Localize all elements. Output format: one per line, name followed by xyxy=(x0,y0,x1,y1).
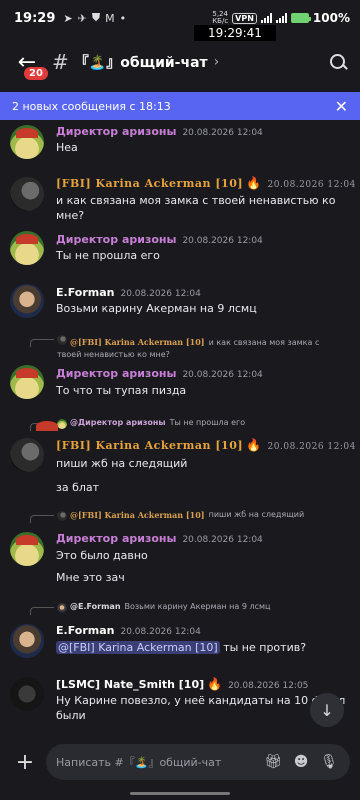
avatar[interactable] xyxy=(10,177,44,211)
channel-header: ← 20 # 『🏝️』общий-чат › xyxy=(0,36,360,88)
avatar[interactable] xyxy=(10,284,44,318)
status-time: 19:29 xyxy=(14,10,56,26)
message-text: Мне это зач xyxy=(56,571,125,584)
avatar[interactable] xyxy=(10,231,44,265)
message-text: Неа xyxy=(56,141,78,154)
author-name[interactable]: Директор аризоны xyxy=(56,125,176,138)
arrow-down-icon: ↓ xyxy=(320,700,334,720)
message-list[interactable]: Директор аризоны 20.08.2026 12:04 Неа [FB… xyxy=(0,120,360,725)
search-icon[interactable] xyxy=(328,52,348,72)
timestamp: 20.08.2026 12:04 xyxy=(120,627,201,637)
reply-preview[interactable]: @E.Forman Возьми карину Акерман на 9 лсмц xyxy=(30,602,270,615)
author-name[interactable]: [FBI] Karina Ackerman [10] xyxy=(56,439,243,452)
fire-icon: 🔥 xyxy=(246,438,262,452)
fire-icon: 🔥 xyxy=(246,176,262,190)
reply-author: @Директор аризоны xyxy=(70,418,166,427)
author-name[interactable]: Директор аризоны xyxy=(56,532,176,545)
reply-avatar xyxy=(57,335,67,345)
avatar[interactable] xyxy=(10,438,44,472)
chevron-right-icon[interactable]: › xyxy=(214,54,220,70)
fire-icon: 🔥 xyxy=(207,677,223,691)
back-button[interactable]: ← 20 xyxy=(12,47,48,80)
signal-2-icon xyxy=(275,13,287,23)
reply-text: Возьми карину Акерман на 9 лсмц xyxy=(124,602,271,611)
close-icon[interactable]: ✕ xyxy=(335,97,348,116)
reply-text: Ты не прошла его xyxy=(169,418,246,427)
user-mention[interactable]: @[FBI] Karina Ackerman [10] xyxy=(56,641,220,654)
battery-percent: 100% xyxy=(312,11,350,25)
hash-icon: # xyxy=(52,50,69,74)
reply-avatar xyxy=(57,419,67,429)
jump-to-bottom-button[interactable]: ↓ xyxy=(310,693,344,727)
message-input-placeholder: Написать #『🏝️』общий-чат xyxy=(56,756,222,769)
net-speed: 5,24 КБ/с xyxy=(212,10,229,25)
message-text: за блат xyxy=(56,481,100,494)
message-text: @[FBI] Karina Ackerman [10] ты не против… xyxy=(56,640,306,655)
plus-icon: + xyxy=(15,749,35,775)
message-text: Возьми карину Акерман на 9 лсмц xyxy=(56,302,257,315)
emoji-icon[interactable]: ☻ xyxy=(290,751,312,773)
overlay-clock: 19:29:41 xyxy=(194,25,276,41)
timestamp: 20.08.2026 12:04 xyxy=(182,128,263,138)
message-text-rest: ты не против? xyxy=(219,641,307,654)
new-messages-text: 2 новых сообщения с 18:13 xyxy=(12,99,171,113)
message-text: Ты не прошла его xyxy=(56,249,160,262)
reply-avatar xyxy=(57,511,67,521)
avatar[interactable] xyxy=(10,624,44,658)
author-name[interactable]: Директор аризоны xyxy=(56,367,176,380)
reply-text: пиши жб на следящий xyxy=(208,510,305,519)
battery-icon xyxy=(290,13,311,23)
location-icon: ➤ xyxy=(63,11,73,25)
reply-preview[interactable]: @[FBI] Karina Ackerman [10] и как связана… xyxy=(30,334,332,361)
message-text: То что ты тупая пизда xyxy=(56,384,187,397)
timestamp: 20.08.2026 12:04 xyxy=(182,535,263,545)
timestamp: 20.08.2026 12:04 xyxy=(267,442,356,452)
reply-author: @E.Forman xyxy=(70,602,121,611)
message-text: и как связана моя замка с твоей ненавист… xyxy=(56,194,336,222)
author-name[interactable]: E.Forman xyxy=(56,286,114,299)
microphone-icon[interactable]: 🎙︎ xyxy=(318,751,340,773)
avatar[interactable] xyxy=(10,532,44,566)
gift-icon[interactable]: 🎁︎ xyxy=(262,751,284,773)
timestamp: 20.08.2026 12:04 xyxy=(120,289,201,299)
reply-preview[interactable]: @[FBI] Karina Ackerman [10] пиши жб на сл… xyxy=(30,510,304,523)
gmail-icon: M xyxy=(105,11,115,25)
message-text: Ну Карине повезло, у неё кандидаты на 10… xyxy=(56,694,346,707)
status-notification-icons: ➤ ✈ ⛊ M • xyxy=(63,11,126,25)
reply-author: @[FBI] Karina Ackerman [10] xyxy=(70,337,205,347)
avatar[interactable] xyxy=(10,365,44,399)
avatar[interactable] xyxy=(10,677,44,711)
author-name[interactable]: [LSMC] Nate_Smith [10] xyxy=(56,678,204,691)
author-name[interactable]: [FBI] Karina Ackerman [10] xyxy=(56,177,243,190)
author-name[interactable]: E.Forman xyxy=(56,624,114,637)
status-right: 5,24 КБ/с VPN 100% xyxy=(212,10,350,26)
channel-name[interactable]: 『🏝️』общий-чат xyxy=(75,52,208,72)
timestamp: 20.08.2026 12:04 xyxy=(267,180,356,190)
unread-badge: 20 xyxy=(24,67,48,80)
timestamp: 20.08.2026 12:04 xyxy=(182,370,263,380)
vpn-badge: VPN xyxy=(232,12,257,24)
message-text: Это было давно xyxy=(56,549,148,562)
status-bar: 19:29 ➤ ✈ ⛊ M • 5,24 КБ/с VPN 100% xyxy=(0,0,360,36)
add-attachment-button[interactable]: + xyxy=(10,747,40,777)
author-name[interactable]: Директор аризоны xyxy=(56,233,176,246)
message-text: пиши жб на следящий xyxy=(56,457,188,470)
reply-preview[interactable]: @Директор аризоны Ты не прошла его xyxy=(30,418,245,431)
more-dot-icon: • xyxy=(119,11,127,25)
reply-author: @[FBI] Karina Ackerman [10] xyxy=(70,510,205,520)
system-nav-bar xyxy=(0,787,360,800)
telegram-icon: ✈ xyxy=(77,11,87,25)
timestamp: 20.08.2026 12:05 xyxy=(228,681,309,691)
message-text: были xyxy=(56,709,86,722)
signal-icon xyxy=(260,13,272,23)
avatar[interactable] xyxy=(10,125,44,159)
timestamp: 20.08.2026 12:04 xyxy=(182,236,263,246)
shield-icon: ⛊ xyxy=(91,11,101,24)
reply-avatar xyxy=(57,603,67,613)
message-composer: + Написать #『🏝️』общий-чат 🎁︎ ☻ 🎙︎ xyxy=(0,737,360,787)
message-input[interactable]: Написать #『🏝️』общий-чат 🎁︎ ☻ 🎙︎ xyxy=(46,744,350,780)
new-messages-bar[interactable]: 2 новых сообщения с 18:13 ✕ xyxy=(0,92,360,120)
